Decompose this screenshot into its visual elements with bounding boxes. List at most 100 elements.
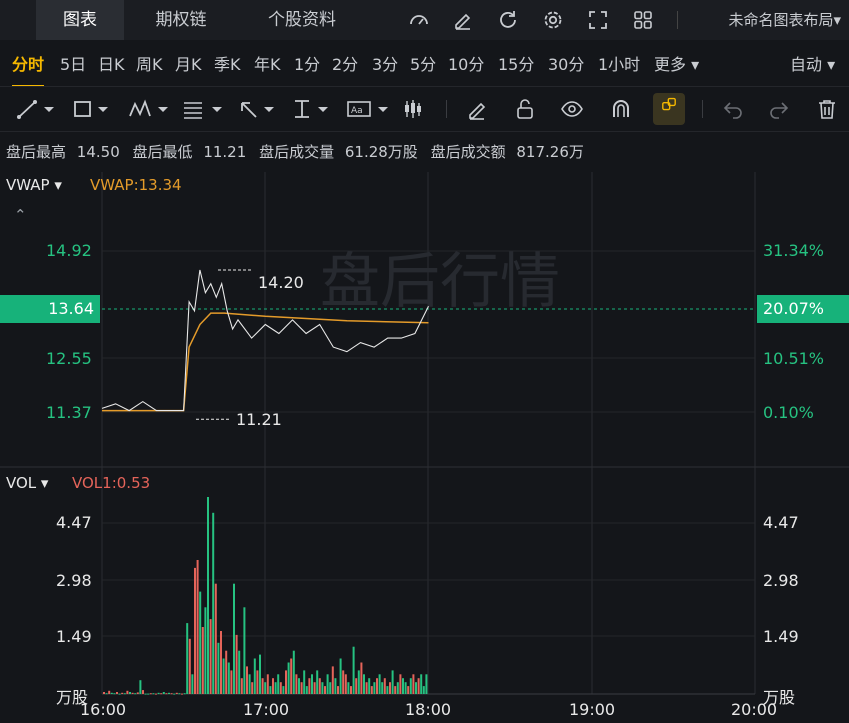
- volume-bar: [300, 682, 303, 694]
- volume-bar: [365, 682, 368, 694]
- volume-bar: [363, 674, 365, 694]
- volume-bar: [360, 662, 363, 694]
- volume-bar: [303, 670, 306, 694]
- volume-bar: [157, 692, 160, 694]
- volume-bar: [399, 674, 402, 694]
- vol-tick-left: 2.98: [56, 571, 92, 590]
- volume-bar: [175, 692, 178, 694]
- volume-bar: [181, 693, 183, 695]
- price-tick-right: 0.10%: [763, 403, 814, 422]
- vol-tick-right: 4.47: [763, 513, 799, 532]
- volume-bar: [103, 692, 105, 694]
- volume-bar: [305, 686, 308, 694]
- volume-bar: [256, 670, 259, 694]
- volume-bar: [165, 693, 168, 695]
- volume-bar: [220, 631, 222, 694]
- volume-bar: [337, 686, 339, 694]
- volume-bar: [321, 682, 324, 694]
- volume-bar: [129, 692, 131, 694]
- volume-bar: [199, 591, 202, 694]
- volume-bar: [136, 692, 139, 694]
- volume-bar: [313, 682, 316, 694]
- volume-bar: [318, 678, 321, 694]
- volume-bar: [248, 674, 251, 694]
- volume-bar: [285, 670, 287, 694]
- volume-bar: [409, 678, 412, 694]
- volume-bar: [108, 690, 111, 694]
- volume-bar: [266, 674, 269, 694]
- volume-bar: [308, 678, 311, 694]
- volume-bar: [292, 650, 295, 694]
- volume-bar: [279, 682, 282, 694]
- volume-bar: [290, 658, 293, 694]
- volume-bar: [183, 693, 186, 695]
- volume-bar: [417, 678, 420, 694]
- price-tick-right: 10.51%: [763, 349, 825, 368]
- volume-bar: [389, 682, 391, 694]
- volume-bar: [188, 638, 191, 694]
- vol-value: VOL1:0.53: [72, 474, 151, 492]
- volume-bar: [121, 692, 124, 694]
- volume-bar: [113, 693, 116, 695]
- vwap-value: VWAP:13.34: [90, 176, 182, 194]
- collapse-chevron-icon[interactable]: ⌃: [14, 206, 27, 224]
- volume-bar: [209, 619, 212, 694]
- price-tick-left: 14.92: [46, 241, 92, 260]
- volume-bar: [238, 650, 241, 694]
- price-tick-left: 12.55: [46, 349, 92, 368]
- volume-bar: [116, 692, 118, 694]
- volume-bar: [160, 693, 163, 695]
- volume-bar: [253, 658, 256, 694]
- volume-bar: [194, 567, 196, 694]
- volume-bar: [147, 693, 150, 695]
- volume-bar: [269, 686, 272, 694]
- volume-bar: [391, 670, 394, 694]
- volume-bar: [142, 690, 144, 694]
- price-indicator-name[interactable]: VWAP ▾: [6, 176, 62, 194]
- volume-bar: [259, 654, 261, 694]
- volume-bar: [207, 497, 209, 694]
- time-tick: 16:00: [80, 700, 127, 719]
- volume-bar: [342, 670, 345, 694]
- volume-bar: [191, 674, 194, 694]
- volume-bar: [240, 678, 243, 694]
- volume-bar: [261, 678, 264, 694]
- volume-bar: [186, 623, 189, 694]
- volume-bar: [264, 682, 267, 694]
- volume-bar: [131, 692, 134, 694]
- volume-bar: [110, 692, 113, 694]
- volume-bar: [152, 693, 155, 695]
- volume-bar: [422, 686, 425, 694]
- volume-bar: [243, 607, 246, 694]
- volume-bar: [383, 678, 386, 694]
- volume-bar: [246, 666, 248, 694]
- volume-bar: [274, 682, 277, 694]
- volume-bar: [339, 658, 342, 694]
- volume-bar: [144, 693, 147, 695]
- volume-bar: [404, 682, 407, 694]
- volume-bar: [139, 680, 142, 694]
- time-tick: 19:00: [569, 700, 616, 719]
- volume-bar: [196, 560, 199, 694]
- volume-bar: [368, 678, 371, 694]
- volume-bar: [168, 692, 170, 694]
- volume-bar: [334, 678, 337, 694]
- volume-bar: [222, 658, 225, 694]
- volume-bar: [370, 686, 373, 694]
- volume-bar: [394, 686, 397, 694]
- volume-bar: [316, 670, 319, 694]
- time-tick: 17:00: [243, 700, 290, 719]
- volume-bar: [126, 690, 129, 694]
- volume-bar: [227, 662, 230, 694]
- volume-bar: [412, 674, 415, 694]
- time-tick: 20:00: [731, 700, 778, 719]
- volume-bar: [326, 674, 329, 694]
- volume-bar: [386, 686, 389, 694]
- chart-canvas[interactable]: 盘后行情: [0, 0, 849, 723]
- volume-bar: [355, 678, 358, 694]
- volume-bar: [350, 686, 352, 694]
- volume-bar: [287, 662, 290, 694]
- volume-bar: [170, 693, 173, 695]
- volume-indicator-name[interactable]: VOL ▾: [6, 474, 48, 492]
- volume-bar: [376, 678, 378, 694]
